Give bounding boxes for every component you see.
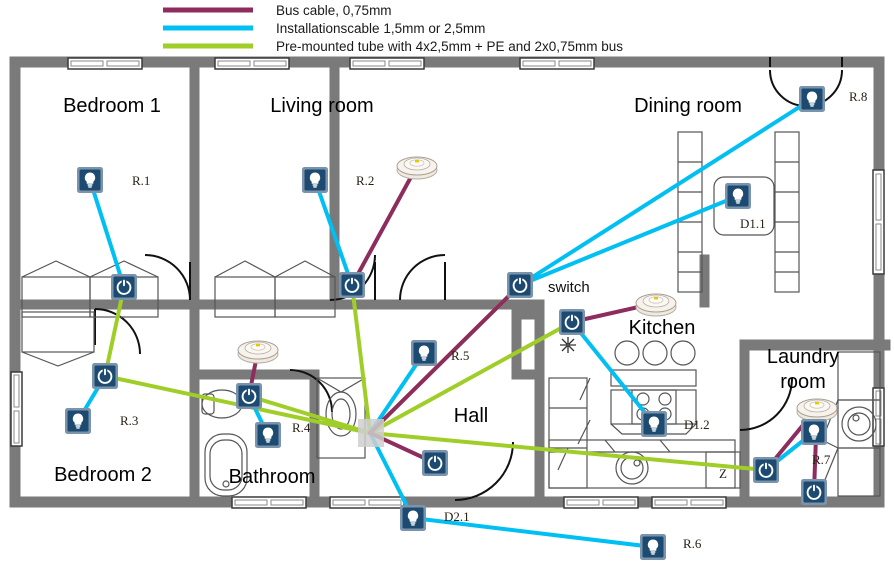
device-switch-SW_LIV[interactable] — [339, 272, 365, 298]
device-lamp-R5[interactable] — [411, 340, 437, 366]
device-lamp-R8[interactable] — [799, 86, 825, 112]
device-lamp-R1[interactable] — [77, 167, 103, 193]
device-switch-SW_CORR[interactable] — [507, 272, 533, 298]
device-label-R6: R.6 — [683, 536, 702, 551]
smoke-detector-led — [415, 160, 419, 163]
device-label-D21: D2.1 — [444, 509, 470, 524]
smoke-detector-led — [256, 344, 260, 347]
device-lamp-R7[interactable] — [801, 419, 827, 445]
smoke-detector[interactable] — [237, 340, 279, 364]
device-switch-SW_KIT[interactable] — [559, 309, 585, 335]
device-label-SW_CORR: switch — [548, 279, 590, 296]
floorplan-diagram: Bus cable, 0,75mm Installationscable 1,5m… — [0, 0, 894, 564]
device-switch-SW_BATH[interactable] — [236, 383, 262, 409]
room-label-livingroom: Living room — [270, 95, 373, 117]
room-label-diningroom: Dining room — [634, 95, 742, 117]
device-label-D11: D1.1 — [740, 216, 766, 231]
room-label-laundry1: Laundry — [767, 346, 839, 368]
device-label-R5: R.5 — [451, 348, 469, 363]
device-label-R7: R.7 — [812, 452, 831, 467]
device-label-R8: R.8 — [849, 89, 867, 104]
device-lamp-D12[interactable] — [641, 411, 667, 437]
device-lamp-R3[interactable] — [65, 408, 91, 434]
device-label-R3: R.3 — [120, 413, 138, 428]
room-label-kitchen: Kitchen — [629, 317, 696, 339]
room-label-bedroom1: Bedroom 1 — [63, 95, 161, 117]
device-lamp-D21[interactable] — [400, 505, 426, 531]
device-switch-SW_BED1[interactable] — [111, 274, 137, 300]
device-layer: Bedroom 1 Living room Dining room Kitchen Ha… — [54, 86, 867, 560]
device-label-D12: D1.2 — [684, 417, 710, 432]
device-switch-SW_HALLDOOR[interactable] — [422, 450, 448, 476]
smoke-detector-led — [654, 297, 658, 300]
device-label-R1: R.1 — [132, 173, 150, 188]
room-label-bedroom2: Bedroom 2 — [54, 464, 152, 486]
room-label-hall: Hall — [454, 405, 488, 427]
device-label-R4: R.4 — [292, 420, 311, 435]
device-lamp-R6[interactable] — [640, 534, 666, 560]
smoke-detector[interactable] — [396, 156, 438, 180]
room-label-laundry2: room — [780, 371, 826, 393]
smoke-detector-led — [815, 402, 819, 405]
device-switch-SW_LAU2[interactable] — [801, 479, 827, 505]
device-label-R2: R.2 — [356, 173, 374, 188]
room-label-bathroom: Bathroom — [229, 466, 316, 488]
device-lamp-R4[interactable] — [255, 422, 281, 448]
device-lamp-R2[interactable] — [302, 167, 328, 193]
smoke-detector[interactable] — [796, 398, 838, 422]
device-switch-SW_LAU1[interactable] — [753, 457, 779, 483]
device-switch-SW_BED2[interactable] — [92, 363, 118, 389]
device-lamp-D11[interactable] — [725, 183, 751, 209]
smoke-detector[interactable] — [635, 293, 677, 317]
